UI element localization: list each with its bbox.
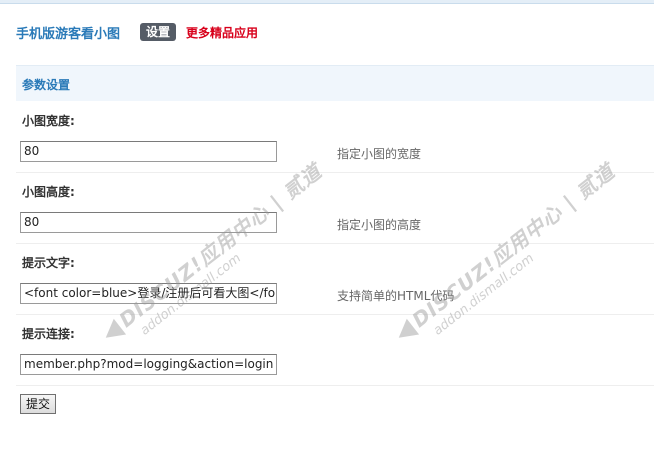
field-label-prompt-link: 提示连接: [22,327,75,341]
thumb-height-hint: 指定小图的高度 [337,218,422,232]
prompt-link-input[interactable]: member.php?mod=logging&action=login [20,354,277,375]
row-divider [16,314,654,315]
watermark: DISCUZ!应用中心 | 贰道 addon.dismall.com [99,150,366,373]
field-label-thumb-width: 小图宽度: [22,114,75,128]
field-label-thumb-height: 小图高度: [22,185,75,199]
submit-button[interactable]: 提交 [20,394,57,414]
field-label-prompt-text: 提示文字: [22,256,75,270]
watermark: DISCUZ!应用中心 | 贰道 addon.dismall.com [392,150,654,373]
watermark-brand: DISCUZ!应用中心 | 贰道 [407,159,620,333]
section-title: 参数设置 [22,78,71,92]
top-border [0,0,654,4]
row-divider [16,243,654,244]
arrow-icon [99,318,127,346]
app-title: 手机版游客看小图 [16,26,121,42]
row-divider [16,172,654,173]
more-apps-link[interactable]: 更多精品应用 [186,24,258,41]
thumb-height-input[interactable]: 80 [20,212,277,233]
section-header: 参数设置 [16,65,654,101]
watermark-brand: DISCUZ!应用中心 | 贰道 [114,159,327,333]
tab-settings[interactable]: 设置 [140,23,177,41]
prompt-text-hint: 支持简单的HTML代码 [337,289,455,303]
prompt-text-input[interactable]: <font color=blue>登录/注册后可看大图</fo [20,283,277,304]
arrow-icon [392,318,420,346]
row-divider [16,385,654,386]
page-header: 手机版游客看小图 设置 更多精品应用 [16,22,258,42]
thumb-width-input[interactable]: 80 [20,141,277,162]
thumb-width-hint: 指定小图的宽度 [337,147,422,161]
